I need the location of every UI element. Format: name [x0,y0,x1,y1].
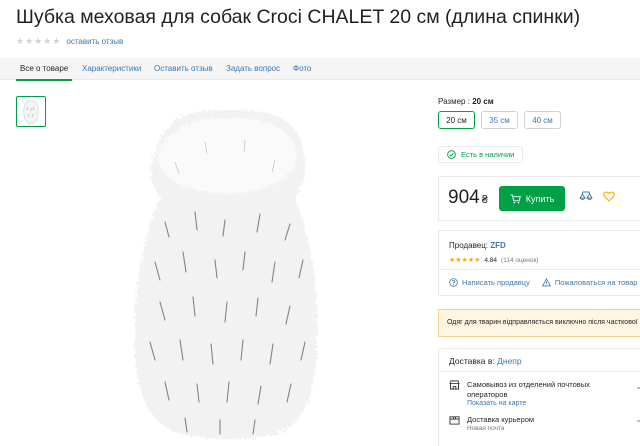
seller-name-link[interactable]: ZFD [490,241,506,250]
star-icon: ★ [43,36,52,46]
seller-stars-icon: ★★★★★ [449,257,481,264]
courier-title: Доставка курьером [467,415,535,424]
product-title: Шубка меховая для собак Croci CHALET 20 … [16,6,581,28]
heart-icon[interactable] [603,191,615,202]
star-icon: ★ [25,36,34,46]
price-box: 904 ₴ Купить [438,176,640,221]
write-seller-label: Написать продавцу [462,278,530,287]
seller-actions: Написать продавцу Пожаловаться на товар [449,278,637,287]
seller-box: Продавец: ZFD ★★★★★ 4.84 (114 оценок) На… [438,230,640,296]
seller-review-count: (114 оценок) [501,256,539,264]
rating-row: ★ ★ ★ ★ ★ оставить отзыв [16,37,123,47]
tab-leave-review[interactable]: Оставить отзыв [154,58,213,80]
size-option-35[interactable]: 35 см [481,111,518,129]
seller-label: Продавец: [449,241,489,250]
buy-button[interactable]: Купить [499,186,565,211]
courier-subtitle: Новая почта [467,425,505,432]
buy-button-label: Купить [525,193,555,204]
check-circle-icon [447,150,456,159]
delivery-header: Доставка в: Днепр [449,356,522,366]
divider [439,371,640,372]
gallery-thumbnail[interactable] [16,96,46,127]
delivery-box: Доставка в: Днепр Самовывоз из отделений… [438,348,640,446]
delivery-option-courier[interactable]: Доставка курьером Новая почта [449,415,534,432]
price-value: 904 [448,187,480,208]
price-currency: ₴ [481,194,488,206]
compare-icon[interactable] [579,191,593,203]
shipping-notice: Одяг для тварин відправляється виключно … [438,309,640,337]
product-tabs: Все о товаре Характеристики Оставить отз… [0,58,640,81]
seller-rating-value: 4.84 [484,256,498,264]
chevron-down-icon[interactable]: ⌄ [635,415,640,424]
question-icon [449,278,458,287]
star-icon: ★ [34,36,43,46]
size-label: Размер : 20 см [438,97,494,106]
write-seller-link[interactable]: Написать продавцу [449,278,530,287]
leave-review-link[interactable]: оставить отзыв [66,37,123,46]
store-icon [449,380,460,390]
delivery-option-pickup[interactable]: Самовывоз из отделений почтовых оператор… [449,380,597,407]
delivery-city-link[interactable]: Днепр [497,356,522,366]
chevron-down-icon[interactable]: ⌄ [635,382,640,391]
complain-label: Пожаловаться на товар [554,278,638,287]
stock-status-badge: Есть в наличии [438,146,524,163]
seller-rating: ★★★★★ 4.84 (114 оценок) [449,256,539,265]
divider [439,269,640,270]
tab-all-about[interactable]: Все о товаре [15,58,73,81]
tab-photo[interactable]: Фото [293,58,311,80]
delivery-label: Доставка в: [449,356,495,366]
star-icon: ★ [16,36,25,46]
empty-rating-stars: ★ ★ ★ ★ ★ [16,37,60,46]
size-options: 20 см 35 см 40 см [438,111,561,129]
show-on-map-link[interactable]: Показать на карте [467,400,597,407]
size-option-20[interactable]: 20 см [438,111,475,129]
size-option-40[interactable]: 40 см [524,111,561,129]
size-selected-value: 20 см [472,97,494,106]
price: 904 ₴ [448,187,488,209]
seller-info: Продавец: ZFD [449,241,506,250]
warning-icon [541,278,551,287]
star-icon: ★ [52,36,61,46]
box-icon [449,416,460,425]
tab-characteristics[interactable]: Характеристики [82,58,141,80]
size-label-text: Размер : [438,97,470,106]
stock-status-text: Есть в наличии [461,150,515,159]
tab-ask-question[interactable]: Задать вопрос [226,58,280,80]
pickup-title: Самовывоз из отделений почтовых оператор… [467,380,590,399]
product-photo[interactable] [125,102,330,442]
cart-icon [510,193,521,203]
complain-link[interactable]: Пожаловаться на товар [541,278,638,287]
